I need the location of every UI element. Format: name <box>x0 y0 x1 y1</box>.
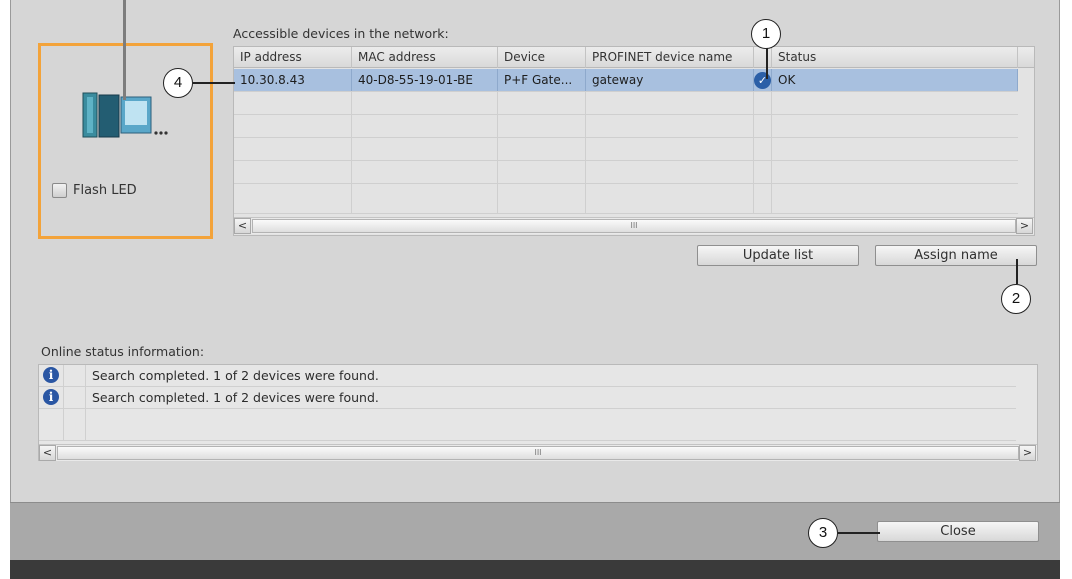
assign-name-button[interactable]: Assign name <box>875 245 1037 266</box>
col-ip-address[interactable]: IP address <box>234 47 352 68</box>
cell-status-icon: ✓ <box>754 69 772 91</box>
scroll-right-icon[interactable]: > <box>1019 445 1036 461</box>
flash-led-label: Flash LED <box>73 183 137 198</box>
cell-device: P+F Gate... <box>498 69 586 91</box>
table-row[interactable]: 10.30.8.43 40-D8-55-19-01-BE P+F Gate...… <box>234 69 1018 92</box>
table-row <box>234 92 1018 115</box>
flash-led-checkbox[interactable]: Flash LED <box>52 183 137 198</box>
flash-led-checkbox-box[interactable] <box>52 183 67 198</box>
cell-mac: 40-D8-55-19-01-BE <box>352 69 498 91</box>
col-status-icon[interactable] <box>754 47 772 68</box>
list-item <box>39 409 1016 441</box>
col-status[interactable]: Status <box>772 47 1018 68</box>
table-row <box>234 184 1018 214</box>
col-profinet-name[interactable]: PROFINET device name <box>586 47 754 68</box>
info-icon: i <box>43 367 59 383</box>
table-row <box>234 138 1018 161</box>
status-message: Search completed. 1 of 2 devices were fo… <box>92 368 379 383</box>
callout-2: 2 <box>1001 284 1031 314</box>
scroll-left-icon[interactable]: < <box>39 445 56 461</box>
scroll-right-icon[interactable]: > <box>1016 218 1033 234</box>
callout-1: 1 <box>751 19 781 49</box>
callout-2-leader <box>1016 259 1018 284</box>
devices-horizontal-scrollbar[interactable]: < III > <box>234 217 1034 234</box>
table-row <box>234 161 1018 184</box>
scroll-left-icon[interactable]: < <box>234 218 251 234</box>
callout-4-leader <box>193 82 235 84</box>
cell-ip: 10.30.8.43 <box>234 69 352 91</box>
bottom-strip <box>10 560 1060 579</box>
cell-profinet-name: gateway <box>586 69 754 91</box>
network-cable <box>123 0 126 100</box>
table-header: IP address MAC address Device PROFINET d… <box>234 47 1034 68</box>
col-device[interactable]: Device <box>498 47 586 68</box>
callout-1-leader <box>766 47 768 79</box>
callout-3-leader <box>838 532 880 534</box>
ok-check-icon: ✓ <box>754 72 771 89</box>
table-row <box>234 115 1018 138</box>
list-item: i Search completed. 1 of 2 devices were … <box>39 387 1016 409</box>
online-status-list: i Search completed. 1 of 2 devices were … <box>38 364 1038 461</box>
list-item: i Search completed. 1 of 2 devices were … <box>39 365 1016 387</box>
info-icon: i <box>43 389 59 405</box>
scroll-thumb[interactable]: III <box>57 446 1019 460</box>
status-message: Search completed. 1 of 2 devices were fo… <box>92 390 379 405</box>
devices-caption: Accessible devices in the network: <box>233 26 449 41</box>
online-status-caption: Online status information: <box>41 344 205 359</box>
callout-3: 3 <box>808 518 838 548</box>
status-horizontal-scrollbar[interactable]: < III > <box>39 444 1037 461</box>
plc-device-icon <box>82 92 168 138</box>
callout-4: 4 <box>163 68 193 98</box>
devices-table: IP address MAC address Device PROFINET d… <box>233 46 1035 236</box>
close-button[interactable]: Close <box>877 521 1039 542</box>
cell-status: OK <box>772 69 1018 91</box>
scroll-thumb[interactable]: III <box>252 219 1016 233</box>
update-list-button[interactable]: Update list <box>697 245 859 266</box>
col-mac-address[interactable]: MAC address <box>352 47 498 68</box>
